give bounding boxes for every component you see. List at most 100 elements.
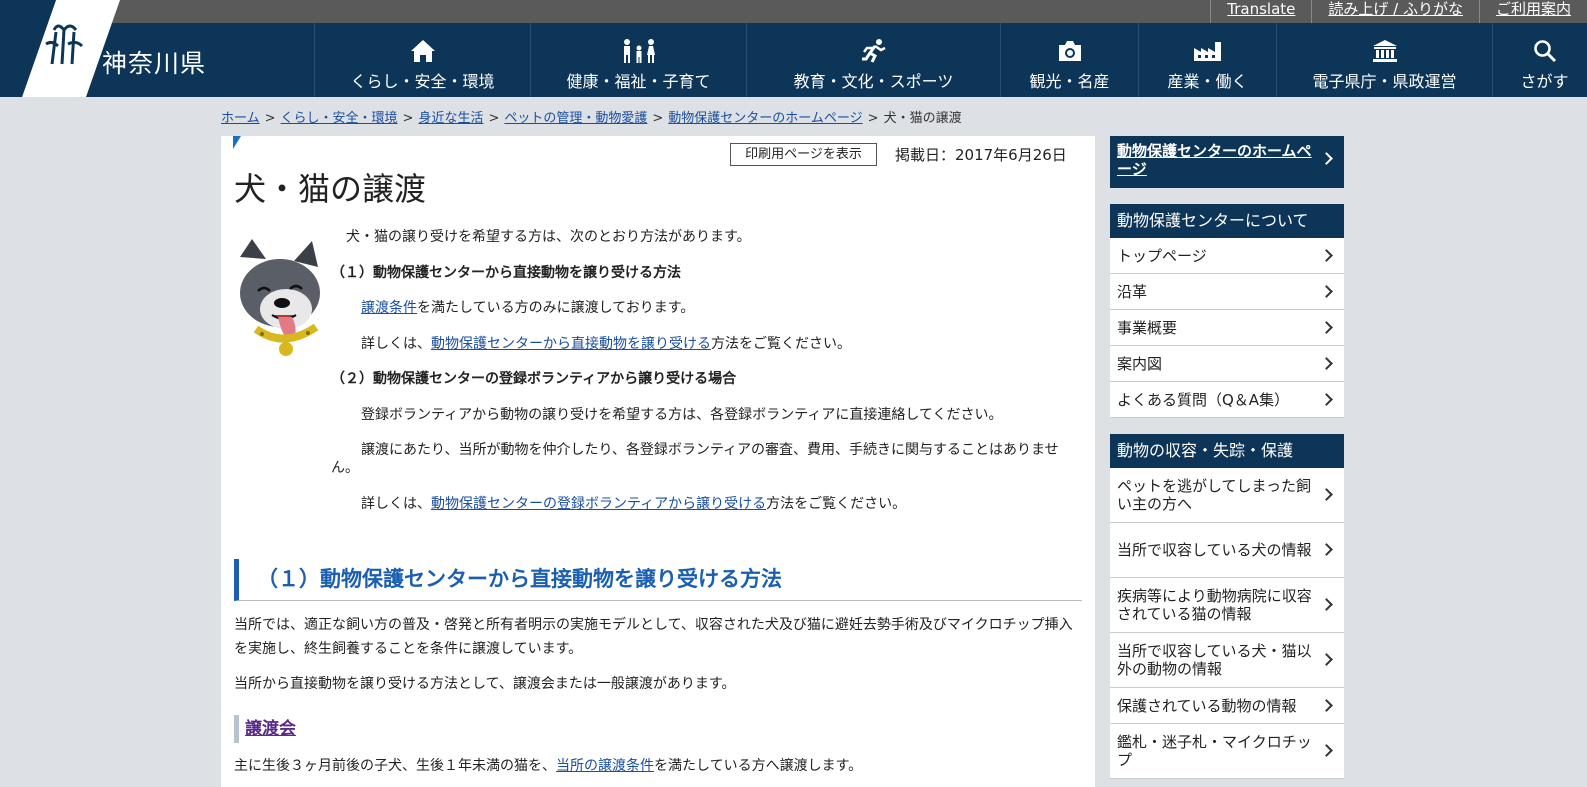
intro-detail-1: 詳しくは、動物保護センターから直接動物を譲り受ける方法をご覧ください。	[331, 335, 1081, 353]
breadcrumb-separator: >	[264, 111, 276, 126]
nav-item-label: 教育・文化・スポーツ	[793, 72, 954, 91]
intro-text: 犬・猫の譲り受けを希望する方は、次のとおり方法があります。	[346, 229, 751, 245]
breadcrumb-current: 犬・猫の譲渡	[883, 111, 962, 126]
sidebar-top-link-label: 動物保護センターのホームページ	[1117, 142, 1312, 178]
volunteer-note-text: 譲渡にあたり、当所が動物を仲介したり、各登録ボランティアの審査、費用、手続きに関…	[331, 442, 1059, 476]
site-logo[interactable]: 神奈川県 KANAGAWA	[0, 0, 314, 98]
breadcrumb-separator: >	[402, 111, 414, 126]
sidebar-item-lost-pet[interactable]: ペットを逃がしてしまった飼い主の方へ	[1110, 468, 1344, 523]
sidebar-item-tags[interactable]: 鑑札・迷子札・マイクロチップ	[1110, 724, 1344, 779]
volunteer-transfer-link[interactable]: 動物保護センターの登録ボランティアから譲り受ける	[431, 496, 766, 512]
sidebar-item-label: 鑑札・迷子札・マイクロチップ	[1117, 733, 1312, 769]
sidebar-group-heading: 動物保護センターについて	[1110, 204, 1344, 238]
transfer-conditions-link[interactable]: 譲渡条件	[361, 300, 417, 316]
nav-item-label: 電子県庁・県政運営	[1312, 72, 1457, 91]
page-title: 犬・猫の譲渡	[234, 170, 427, 208]
nav-item-label: 観光・名産	[1029, 72, 1110, 91]
intro-detail-2: 詳しくは、動物保護センターの登録ボランティアから譲り受ける方法をご覧ください。	[331, 495, 1081, 513]
main-content: 印刷用ページを表示 掲載日：2017年6月26日 犬・猫の譲渡 犬・猫の譲り受け…	[221, 136, 1095, 787]
chevron-right-icon	[1320, 152, 1333, 165]
utility-links: Translate 読み上げ / ふりがな ご利用案内	[1210, 0, 1587, 23]
translate-link[interactable]: Translate	[1210, 0, 1311, 23]
chevron-right-icon	[1320, 356, 1333, 370]
sidebar-item-map[interactable]: 案内図	[1110, 346, 1344, 382]
factory-icon	[1193, 39, 1223, 63]
camera-icon	[1057, 39, 1083, 63]
chevron-right-icon	[1320, 248, 1333, 262]
search-icon	[1533, 39, 1557, 63]
breadcrumb-center-home[interactable]: 動物保護センターのホームページ	[668, 111, 862, 126]
section-paragraph-1: 当所では、適正な飼い方の普及・啓発と所有者明示の実施モデルとして、収容された犬及…	[234, 617, 1073, 657]
sidebar-item-history[interactable]: 沿革	[1110, 274, 1344, 310]
sidebar-item-dogs[interactable]: 当所で収容している犬の情報	[1110, 523, 1344, 578]
sidebar-group-shelter: 動物の収容・失踪・保護 ペットを逃がしてしまった飼い主の方へ 当所で収容している…	[1110, 434, 1344, 779]
print-button[interactable]: 印刷用ページを表示	[730, 143, 877, 166]
breadcrumb-separator: >	[652, 111, 664, 126]
government-building-icon	[1372, 39, 1398, 63]
published-date: 掲載日：2017年6月26日	[895, 146, 1067, 164]
detail-suffix: 方法をご覧ください。	[711, 335, 851, 352]
sidebar-item-protected[interactable]: 保護されている動物の情報	[1110, 688, 1344, 724]
adoption-event-link[interactable]: 譲渡会	[245, 719, 296, 739]
breadcrumb-life[interactable]: くらし・安全・環境	[281, 111, 398, 126]
paragraph-text: 主に生後３ヶ月前後の子犬、生後１年未満の猫を、	[234, 758, 556, 774]
global-nav: くらし・安全・環境 健康・福祉・子育て 教育・文化・スポーツ 観光・名産 産業・…	[314, 23, 1587, 97]
sidebar-item-faq[interactable]: よくある質問（Q＆A集）	[1110, 382, 1344, 418]
sidebar-item-top[interactable]: トップページ	[1110, 238, 1344, 274]
intro-condition: 譲渡条件を満たしている方のみに譲渡しております。	[331, 299, 1081, 317]
chevron-right-icon	[1320, 284, 1333, 298]
sidebar-item-other-animals[interactable]: 当所で収容している犬・猫以外の動物の情報	[1110, 633, 1344, 688]
read-aloud-link[interactable]: 読み上げ / ふりがな	[1311, 0, 1479, 23]
breadcrumb-daily-life[interactable]: 身近な生活	[418, 111, 483, 126]
sidebar-item-label: トップページ	[1117, 246, 1207, 265]
detail-prefix: 詳しくは、	[361, 495, 431, 512]
sidebar-item-label: 沿革	[1117, 282, 1148, 301]
chevron-right-icon	[1320, 320, 1333, 334]
intro-heading-2: （２）動物保護センターの登録ボランティアから譲り受ける場合	[331, 371, 737, 387]
chevron-right-icon	[1320, 653, 1333, 666]
breadcrumb-separator: >	[867, 111, 879, 126]
sidebar: 動物保護センターのホームページ 動物保護センターについて トップページ 沿革 事…	[1110, 136, 1344, 779]
nav-item-government[interactable]: 電子県庁・県政運営	[1276, 23, 1492, 97]
sidebar-item-overview[interactable]: 事業概要	[1110, 310, 1344, 346]
site-header: 神奈川県 KANAGAWA くらし・安全・環境 健康・福祉・子育て 教育・文化・…	[0, 0, 1587, 98]
nav-item-label: くらし・安全・環境	[350, 72, 495, 91]
title-accent	[233, 136, 241, 149]
sidebar-item-label: よくある質問（Q＆A集）	[1117, 390, 1290, 409]
volunteer-contact-text: 登録ボランティアから動物の譲り受けを希望する方は、各登録ボランティアに直接連絡し…	[361, 406, 1003, 423]
breadcrumb-home[interactable]: ホーム	[221, 111, 260, 126]
family-icon	[621, 39, 657, 63]
sidebar-item-label: 当所で収容している犬・猫以外の動物の情報	[1117, 642, 1312, 678]
nav-item-tourism[interactable]: 観光・名産	[1000, 23, 1138, 97]
dog-illustration	[240, 239, 320, 356]
detail-prefix: 詳しくは、	[361, 335, 431, 352]
nav-item-industry[interactable]: 産業・働く	[1138, 23, 1276, 97]
intro-section: 犬・猫の譲り受けを希望する方は、次のとおり方法があります。 （１）動物保護センタ…	[331, 228, 1081, 530]
sidebar-item-label: 当所で収容している犬の情報	[1117, 541, 1312, 559]
subheading-adoption-event: 譲渡会	[234, 715, 296, 743]
nav-item-life[interactable]: くらし・安全・環境	[314, 23, 530, 97]
direct-transfer-link[interactable]: 動物保護センターから直接動物を譲り受ける	[431, 336, 711, 352]
nav-item-label: 産業・働く	[1167, 72, 1248, 91]
nav-item-label: 健康・福祉・子育て	[566, 72, 711, 91]
paragraph-text: を満たしている方へ譲渡します。	[654, 758, 863, 774]
runner-icon	[861, 39, 887, 63]
sidebar-item-cats-hospital[interactable]: 疾病等により動物病院に収容されている猫の情報	[1110, 578, 1344, 633]
help-link[interactable]: ご利用案内	[1478, 0, 1587, 23]
sidebar-group-about: 動物保護センターについて トップページ 沿革 事業概要 案内図 よくある質問（Q…	[1110, 204, 1344, 418]
detail-suffix: 方法をご覧ください。	[766, 495, 907, 512]
nav-item-search[interactable]: さがす	[1492, 23, 1587, 97]
site-name: 神奈川県	[102, 49, 207, 78]
section-paragraph-2: 当所から直接動物を譲り受ける方法として、譲渡会または一般譲渡があります。	[234, 676, 736, 692]
utility-bar: Translate 読み上げ / ふりがな ご利用案内	[0, 0, 1587, 23]
chevron-right-icon	[1320, 744, 1333, 757]
nav-item-education[interactable]: 教育・文化・スポーツ	[746, 23, 1000, 97]
section-paragraph-3: 主に生後３ヶ月前後の子犬、生後１年未満の猫を、当所の譲渡条件を満たしている方へ譲…	[234, 754, 1084, 778]
center-conditions-link[interactable]: 当所の譲渡条件	[556, 758, 654, 774]
nav-item-label: さがす	[1520, 72, 1569, 91]
breadcrumb-pet-management[interactable]: ペットの管理・動物愛護	[504, 111, 647, 126]
sidebar-center-home-link[interactable]: 動物保護センターのホームページ	[1110, 136, 1344, 188]
nav-item-health[interactable]: 健康・福祉・子育て	[530, 23, 746, 97]
sidebar-item-label: ペットを逃がしてしまった飼い主の方へ	[1117, 477, 1311, 513]
chevron-right-icon	[1320, 488, 1333, 501]
